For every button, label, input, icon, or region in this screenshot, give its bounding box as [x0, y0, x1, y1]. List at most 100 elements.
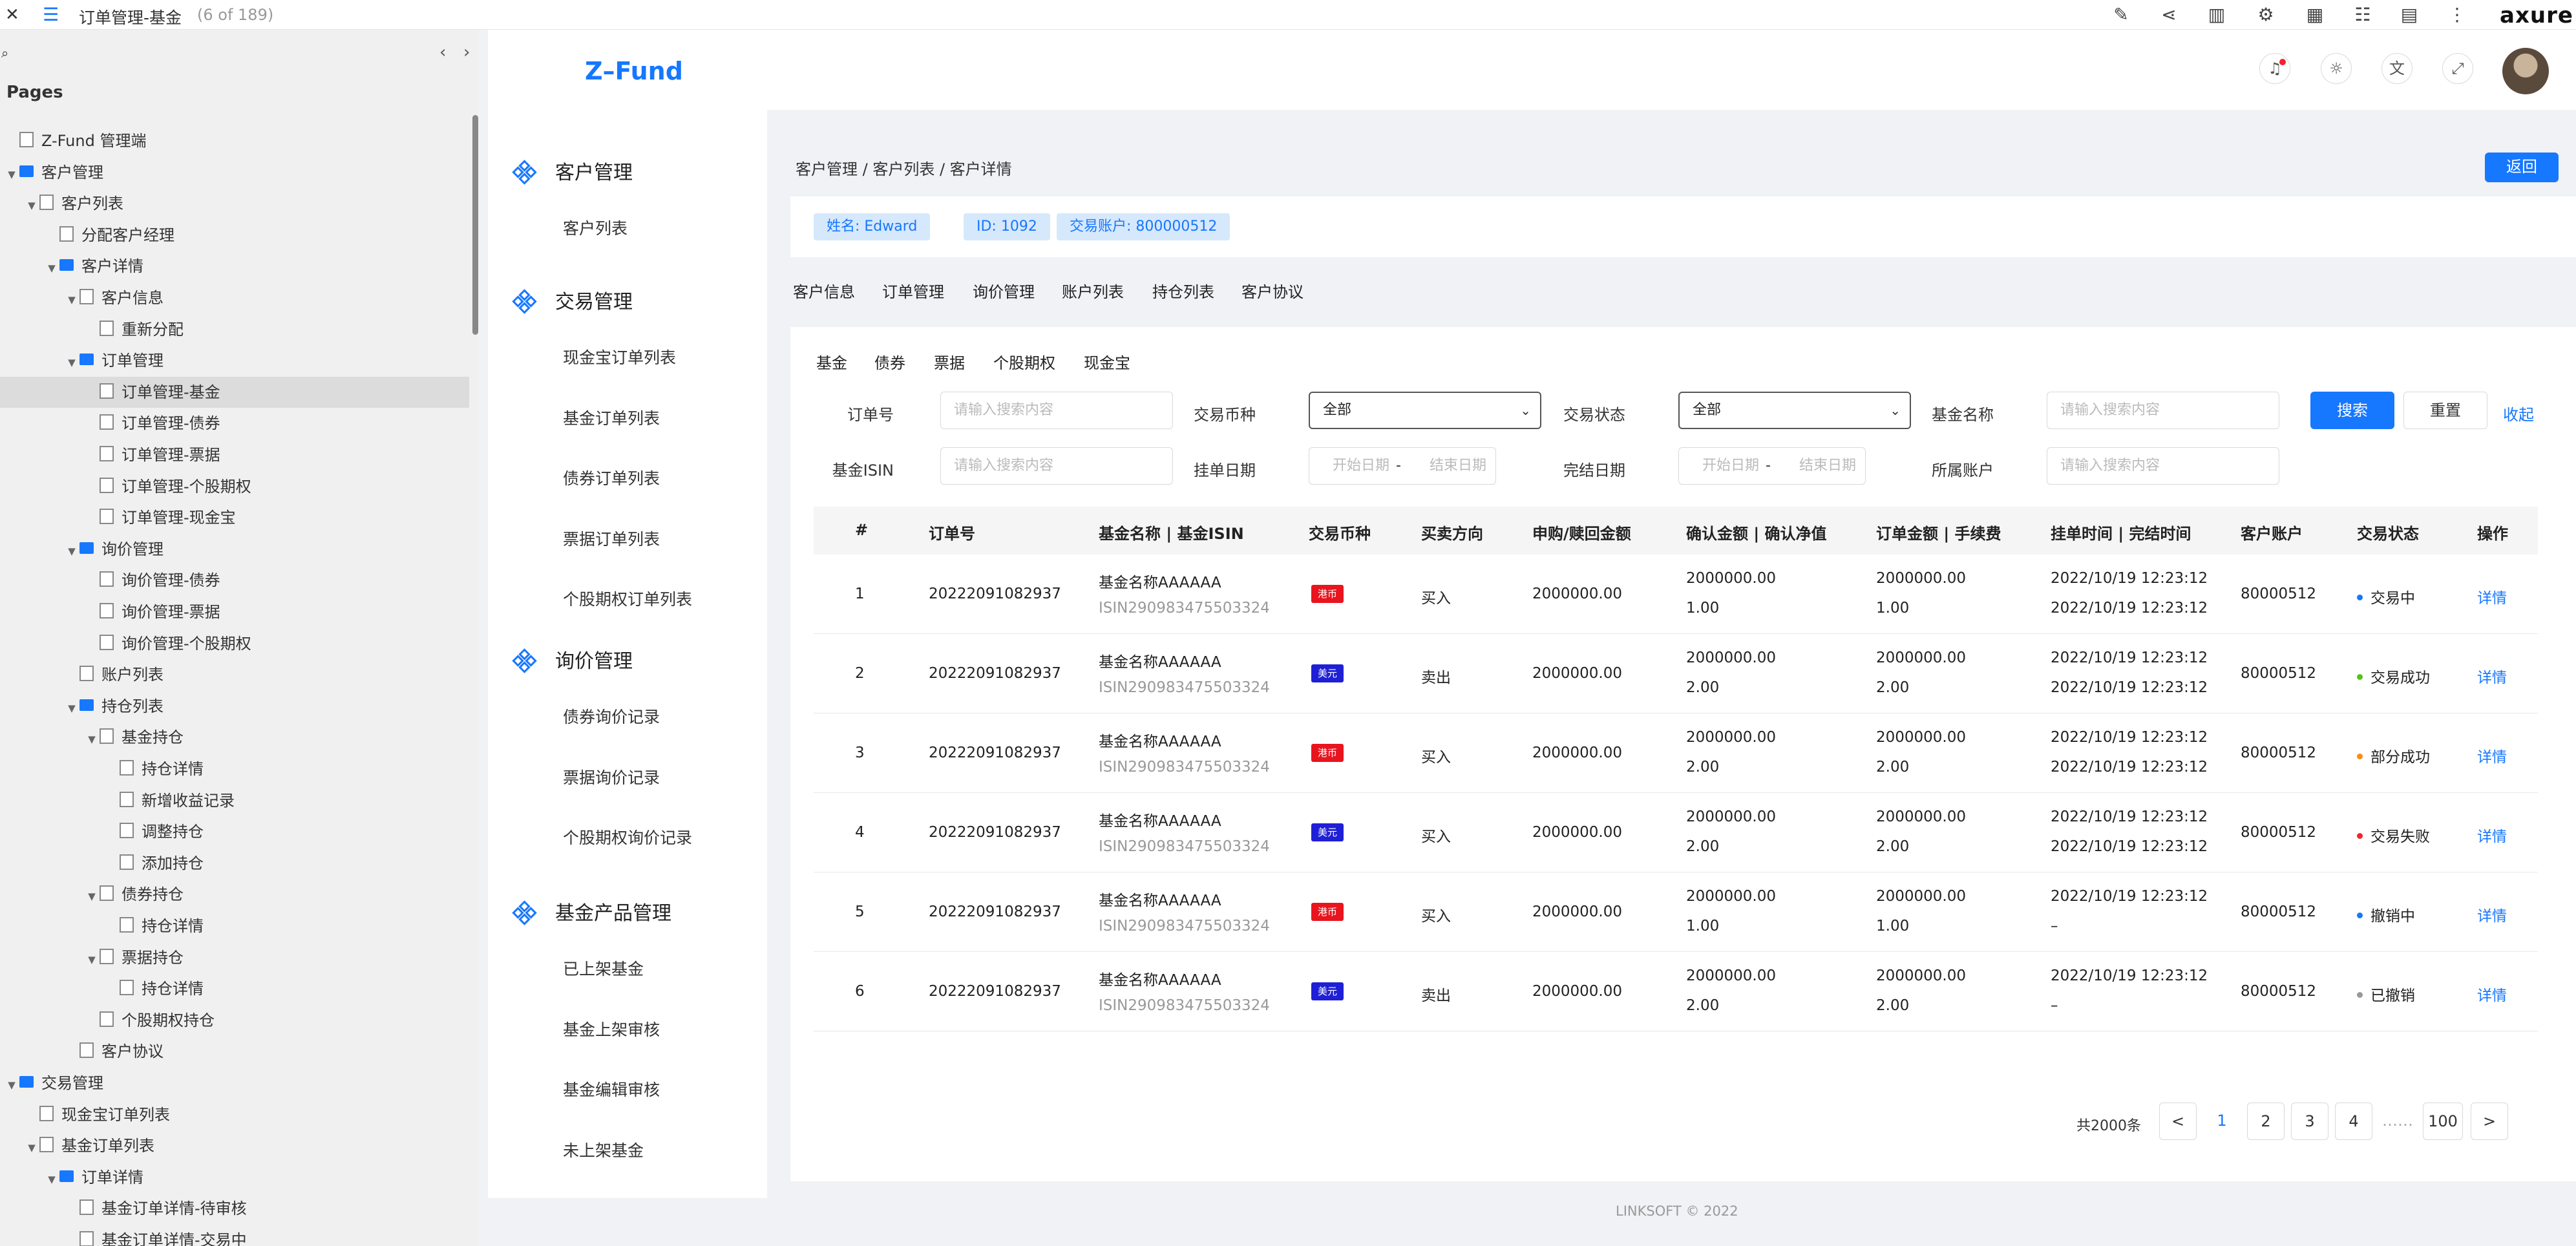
- tree-item[interactable]: 新增收益记录: [0, 785, 469, 816]
- menu-group[interactable]: 询价管理: [512, 645, 633, 673]
- menu-item[interactable]: 基金上架审核: [563, 1017, 660, 1040]
- tree-item[interactable]: 订单管理-基金: [0, 376, 469, 408]
- share-icon[interactable]: ⋖: [2156, 4, 2182, 25]
- tree-item[interactable]: ▼ 债券持仓: [0, 879, 469, 910]
- tree-item[interactable]: 基金订单详情-交易中: [0, 1225, 469, 1246]
- done-date-range[interactable]: 开始日期 - 结束日期: [1678, 447, 1866, 485]
- pager-page-4[interactable]: 4: [2335, 1103, 2372, 1140]
- pager-last[interactable]: 100: [2423, 1103, 2463, 1140]
- avatar[interactable]: [2502, 48, 2549, 94]
- tab-order-management[interactable]: 订单管理: [882, 279, 944, 302]
- menu-item[interactable]: 个股期权订单列表: [563, 587, 692, 610]
- status-select[interactable]: 全部 ⌄: [1678, 392, 1911, 429]
- detail-link[interactable]: 详情: [2477, 824, 2507, 846]
- tree-item[interactable]: ▼ 客户列表: [0, 188, 469, 219]
- more-icon[interactable]: ⋮: [2444, 4, 2470, 25]
- tab-account-list[interactable]: 账户列表: [1062, 279, 1124, 302]
- caret-down-icon[interactable]: ▼: [64, 693, 79, 724]
- settings-icon[interactable]: ⚙: [2253, 4, 2279, 25]
- notes-icon[interactable]: ▤: [2396, 4, 2422, 25]
- subtab-fund[interactable]: 基金: [816, 350, 847, 373]
- tree-item[interactable]: 持仓详情: [0, 911, 469, 942]
- tree-item[interactable]: 账户列表: [0, 659, 469, 690]
- account-input[interactable]: 请输入搜索内容: [2047, 447, 2279, 485]
- pager-page-2[interactable]: 2: [2247, 1103, 2285, 1140]
- list-icon[interactable]: ☷: [2350, 4, 2376, 25]
- caret-down-icon[interactable]: ▼: [84, 881, 100, 912]
- theme-icon[interactable]: ☼: [2321, 53, 2352, 84]
- tree-item[interactable]: 订单管理-债券: [0, 408, 469, 439]
- tree-item[interactable]: 个股期权持仓: [0, 1005, 469, 1036]
- caret-down-icon[interactable]: ▼: [24, 190, 39, 221]
- tree-item[interactable]: ▼ 交易管理: [0, 1068, 469, 1099]
- caret-down-icon[interactable]: ▼: [84, 724, 100, 755]
- detail-link[interactable]: 详情: [2477, 903, 2507, 925]
- currency-select[interactable]: 全部 ⌄: [1309, 392, 1541, 429]
- caret-down-icon[interactable]: ▼: [64, 347, 79, 378]
- menu-item[interactable]: 票据订单列表: [563, 527, 660, 550]
- detail-link[interactable]: 详情: [2477, 665, 2507, 687]
- tree-item[interactable]: 添加持仓: [0, 848, 469, 879]
- subtab-stock-option[interactable]: 个股期权: [993, 350, 1055, 373]
- tree-item[interactable]: 调整持仓: [0, 816, 469, 847]
- fullscreen-icon[interactable]: ⤢: [2442, 53, 2473, 84]
- menu-item[interactable]: 现金宝订单列表: [563, 345, 676, 368]
- pager-prev[interactable]: <: [2159, 1103, 2197, 1140]
- bell-icon[interactable]: ♫: [2259, 53, 2290, 84]
- tree-item[interactable]: ▼ 票据持仓: [0, 942, 469, 973]
- menu-group[interactable]: 交易管理: [512, 286, 633, 314]
- tree-item[interactable]: 现金宝订单列表: [0, 1099, 469, 1130]
- chevron-left-icon[interactable]: ‹: [439, 43, 446, 62]
- tree-item[interactable]: ▼ 订单详情: [0, 1162, 469, 1193]
- tree-item[interactable]: ▼ 订单管理: [0, 345, 469, 376]
- menu-icon[interactable]: ☰: [43, 4, 59, 25]
- tab-customer-info[interactable]: 客户信息: [793, 279, 855, 302]
- tab-position-list[interactable]: 持仓列表: [1152, 279, 1214, 302]
- search-icon[interactable]: ⌕: [1, 45, 8, 61]
- menu-item[interactable]: 票据询价记录: [563, 765, 660, 788]
- tree-item[interactable]: 基金订单详情-待审核: [0, 1193, 469, 1224]
- caret-down-icon[interactable]: ▼: [24, 1132, 39, 1163]
- menu-item[interactable]: 客户列表: [563, 216, 628, 239]
- caret-down-icon[interactable]: ▼: [4, 1070, 19, 1101]
- menu-item[interactable]: 个股期权询价记录: [563, 825, 692, 849]
- tree-item[interactable]: ▼ 基金持仓: [0, 722, 469, 753]
- menu-item[interactable]: 债券订单列表: [563, 466, 660, 489]
- menu-item[interactable]: 未上架基金: [563, 1138, 644, 1161]
- fund-name-input[interactable]: 请输入搜索内容: [2047, 392, 2279, 429]
- tree-item[interactable]: 询价管理-票据: [0, 597, 469, 628]
- tree-item[interactable]: ▼ 客户管理: [0, 157, 469, 188]
- tree-item[interactable]: ▼ 基金订单列表: [0, 1130, 469, 1161]
- caret-down-icon[interactable]: ▼: [84, 944, 100, 975]
- tree-item[interactable]: 订单管理-票据: [0, 439, 469, 470]
- menu-item[interactable]: 基金订单列表: [563, 406, 660, 429]
- pager-page-1[interactable]: 1: [2203, 1103, 2241, 1140]
- order-date-range[interactable]: 开始日期 - 结束日期: [1309, 447, 1496, 485]
- tree-item[interactable]: ▼ 持仓列表: [0, 691, 469, 722]
- grid-icon[interactable]: ▦: [2302, 4, 2328, 25]
- tree-item[interactable]: 询价管理-个股期权: [0, 628, 469, 659]
- map-icon[interactable]: ▥: [2204, 4, 2230, 25]
- subtab-cash[interactable]: 现金宝: [1084, 350, 1130, 373]
- subtab-bond[interactable]: 债券: [874, 350, 905, 373]
- search-button[interactable]: 搜索: [2310, 392, 2394, 429]
- menu-item[interactable]: 债券询价记录: [563, 704, 660, 728]
- detail-link[interactable]: 详情: [2477, 744, 2507, 766]
- tree-item[interactable]: ▼ 客户信息: [0, 282, 469, 313]
- close-icon[interactable]: ✕: [5, 5, 19, 25]
- isin-input[interactable]: 请输入搜索内容: [940, 447, 1173, 485]
- caret-down-icon[interactable]: ▼: [44, 253, 59, 284]
- tree-item[interactable]: ▼ 客户详情: [0, 251, 469, 282]
- menu-group[interactable]: 客户管理: [512, 156, 633, 185]
- back-button[interactable]: 返回: [2485, 153, 2559, 182]
- order-no-input[interactable]: 请输入搜索内容: [940, 392, 1173, 429]
- translate-icon[interactable]: 文: [2381, 53, 2412, 84]
- tab-inquiry-management[interactable]: 询价管理: [973, 279, 1035, 302]
- tree-item[interactable]: 分配客户经理: [0, 220, 469, 251]
- tree-item[interactable]: 重新分配: [0, 314, 469, 345]
- tree-item[interactable]: 订单管理-个股期权: [0, 471, 469, 502]
- pager-page-3[interactable]: 3: [2291, 1103, 2328, 1140]
- scrollbar[interactable]: [472, 115, 478, 335]
- caret-down-icon[interactable]: ▼: [44, 1164, 59, 1195]
- caret-down-icon[interactable]: ▼: [4, 159, 19, 190]
